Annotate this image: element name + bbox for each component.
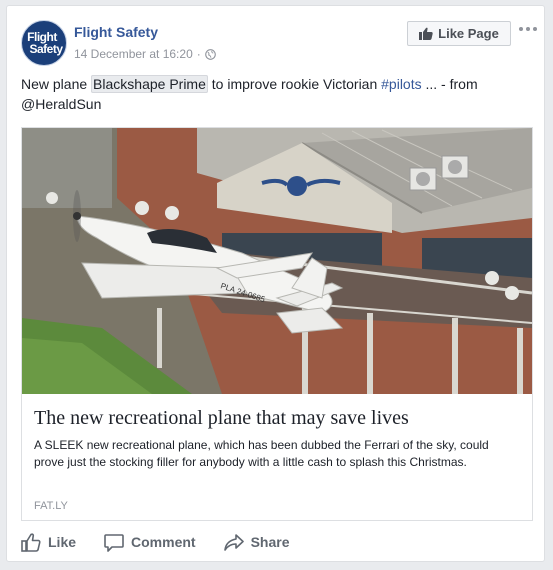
share-button[interactable]: Share	[223, 533, 290, 552]
post-text-middle: to improve rookie Victorian	[207, 76, 382, 92]
comment-button[interactable]: Comment	[104, 533, 196, 552]
like-label: Like	[48, 534, 77, 550]
hashtag-link[interactable]: #pilots	[381, 76, 421, 92]
share-label: Share	[250, 534, 290, 550]
comment-label: Comment	[131, 534, 196, 550]
page-name-link[interactable]: Flight Safety	[74, 24, 158, 40]
tagged-entity-link[interactable]: Blackshape Prime	[91, 75, 208, 93]
attachment-title[interactable]: The new recreational plane that may save…	[34, 407, 409, 430]
like-page-label: Like Page	[438, 26, 499, 41]
more-options-icon[interactable]	[519, 24, 537, 34]
comment-icon	[104, 533, 124, 552]
attachment-description: A SLEEK new recreational plane, which ha…	[34, 438, 489, 469]
attachment-photo[interactable]: PLA 24-0685	[22, 128, 532, 394]
avatar-text-line2: Safety	[29, 42, 63, 56]
post-text: New plane Blackshape Prime to improve ro…	[21, 74, 531, 114]
action-bar: Like Comment Share	[21, 529, 531, 555]
link-attachment[interactable]: PLA 24-0685 The new recreational plane t…	[21, 127, 533, 521]
post-timestamp[interactable]: 14 December at 16:20	[74, 47, 193, 61]
attachment-source: FAT.LY	[34, 500, 68, 512]
share-icon	[223, 533, 244, 551]
thumbs-up-icon	[21, 532, 41, 552]
post-meta: 14 December at 16:20 ·	[74, 47, 216, 61]
post-card: Flight Safety Flight Safety 14 December …	[6, 5, 545, 562]
page-avatar[interactable]: Flight Safety	[21, 20, 67, 66]
meta-separator: ·	[196, 47, 201, 61]
like-button[interactable]: Like	[21, 532, 77, 552]
post-text-start: New plane	[21, 76, 92, 92]
globe-icon[interactable]	[204, 48, 216, 60]
thumbs-up-icon	[419, 27, 433, 40]
like-page-button[interactable]: Like Page	[407, 21, 511, 46]
